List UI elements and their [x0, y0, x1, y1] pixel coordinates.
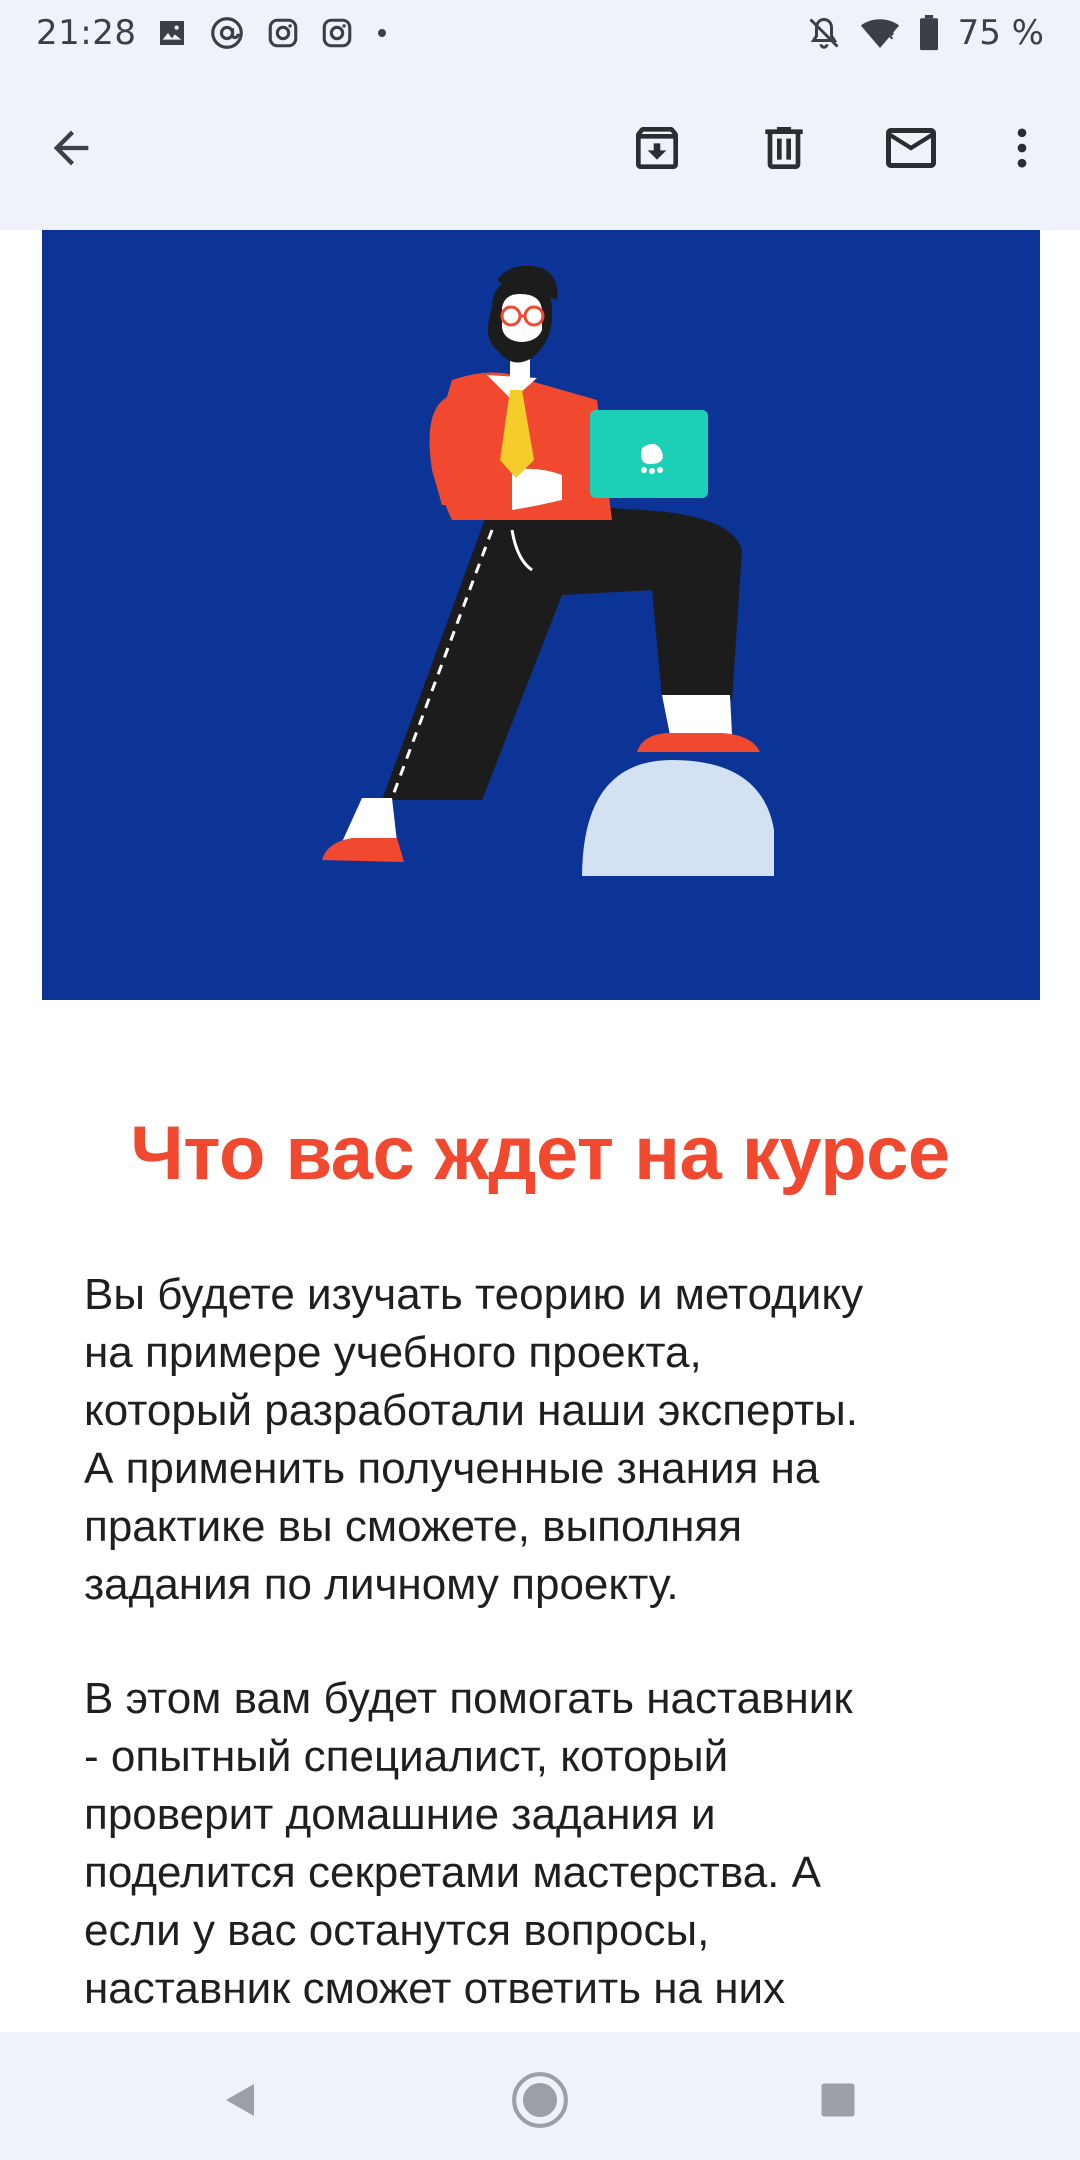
battery-icon — [918, 15, 940, 51]
text-line: А применить полученные знания на — [84, 1444, 820, 1493]
battery-percentage: 75 % — [957, 13, 1044, 53]
text-line: проверит домашние задания и — [84, 1790, 716, 1839]
home-circle-icon — [512, 2072, 568, 2128]
delete-button[interactable] — [742, 106, 826, 190]
paragraph-1: Вы будете изучать теорию и методику на п… — [84, 1266, 1014, 1614]
at-icon — [208, 14, 246, 52]
text-line: В этом вам будет помогать наставник — [84, 1674, 853, 1723]
status-bar: 21:28 75 % — [0, 0, 1080, 66]
archive-button[interactable] — [615, 106, 699, 190]
instagram-icon — [266, 16, 300, 50]
more-options-button[interactable] — [980, 106, 1064, 190]
man-with-laptop-illustration — [322, 265, 774, 878]
hero-image — [42, 230, 1040, 1000]
back-triangle-icon — [226, 2084, 254, 2116]
text-line: практике вы сможете, выполняя — [84, 1502, 743, 1551]
back-button[interactable] — [29, 106, 113, 190]
mark-unread-button[interactable] — [869, 106, 953, 190]
text-line: на примере учебного проекта, — [84, 1328, 702, 1377]
text-line: наставник сможет ответить на них — [84, 1964, 786, 2013]
text-line: поделится секретами мастерства. А — [84, 1848, 821, 1897]
email-headline: Что вас ждет на курсе — [130, 1111, 950, 1196]
recents-square-icon — [821, 2083, 855, 2117]
status-left: 21:28 — [36, 13, 390, 53]
delete-icon — [765, 127, 803, 169]
email-toolbar — [0, 66, 1080, 230]
email-body: Что вас ждет на курсе Вы будете изучать … — [0, 230, 1080, 2032]
bell-off-icon — [806, 15, 842, 51]
paragraph-2: В этом вам будет помогать наставник - оп… — [84, 1670, 1014, 2018]
text-line: который разработали наши эксперты. — [84, 1386, 859, 1435]
text-line: задания по личному проекту. — [84, 1560, 679, 1609]
wifi-icon — [860, 15, 900, 51]
text-line: Вы будете изучать теорию и методику — [84, 1270, 864, 1319]
mail-icon — [886, 128, 936, 168]
nav-home-button[interactable] — [500, 2060, 580, 2140]
arrow-left-icon — [53, 130, 89, 166]
status-time: 21:28 — [36, 13, 137, 53]
dot-icon — [374, 25, 390, 41]
nav-recents-button[interactable] — [798, 2060, 878, 2140]
email-screen: 21:28 75 % Что вас ждет на курсе Вы буде… — [0, 0, 1080, 2160]
text-line: если у вас останутся вопросы, — [84, 1906, 710, 1955]
system-nav-bar — [0, 2032, 1080, 2160]
nav-back-button[interactable] — [200, 2060, 280, 2140]
image-icon — [156, 17, 188, 49]
status-right: 75 % — [806, 13, 1044, 53]
instagram-icon — [320, 16, 354, 50]
archive-icon — [636, 127, 678, 169]
text-line: - опытный специалист, который — [84, 1732, 729, 1781]
more-vert-icon — [1017, 128, 1027, 168]
